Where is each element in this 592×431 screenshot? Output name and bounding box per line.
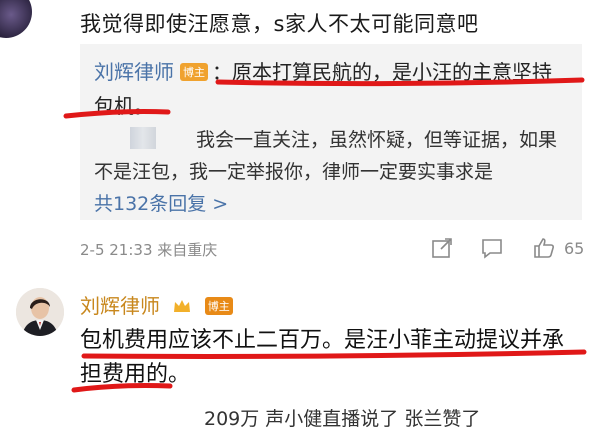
user-avatar[interactable] [0, 0, 32, 38]
comment-meta: 2-5 21:33 来自重庆 65 [80, 236, 592, 260]
reply-author-name[interactable]: 刘辉律师 博主 [80, 290, 233, 319]
like-count: 65 [564, 239, 585, 258]
nested-reply[interactable]: 我会一直关注，虽然怀疑，但等证据，如果不是汪包，我一定举报你，律师一定要实事求是… [94, 124, 574, 220]
share-icon[interactable] [430, 236, 454, 260]
location: 来自重庆 [157, 241, 218, 259]
comment-text: 包机费用应该不止二百万。是汪小菲主动提议并承担费用的。 [80, 328, 565, 387]
lawyer-avatar[interactable] [16, 288, 64, 336]
crown-icon [174, 300, 191, 312]
reply-line: 刘辉律师 博主 ：原本打算民航的，是小汪的主意坚持 [94, 56, 552, 85]
reply-text-cont: 包机。 [94, 94, 154, 118]
reply-author-link[interactable]: 刘辉律师 [94, 60, 174, 84]
timestamp: 2-5 21:33 [80, 241, 153, 259]
avatar-portrait-icon [16, 288, 64, 336]
author-name-text[interactable]: 刘辉律师 [80, 294, 160, 318]
comment-icon[interactable] [480, 236, 504, 260]
reply-box[interactable]: 刘辉律师 博主 ：原本打算民航的，是小汪的主意坚持 包机。 我会一直关注，虽然怀疑，… [80, 44, 582, 220]
nested-reply-text: 我会一直关注，虽然怀疑，但等证据，如果不是汪包，我一定举报你，律师一定要实事求是 [94, 129, 558, 183]
thumbs-up-icon[interactable] [532, 236, 556, 260]
more-replies-link[interactable]: 共132条回复 > [94, 193, 228, 215]
author-badge: 博主 [204, 297, 233, 315]
reply-text: ：原本打算民航的，是小汪的主意坚持 [212, 60, 552, 84]
comment-text: 我觉得即使汪愿意，s家人不太可能同意吧 [80, 12, 479, 36]
blurred-username [130, 127, 156, 149]
author-badge: 博主 [180, 63, 208, 81]
